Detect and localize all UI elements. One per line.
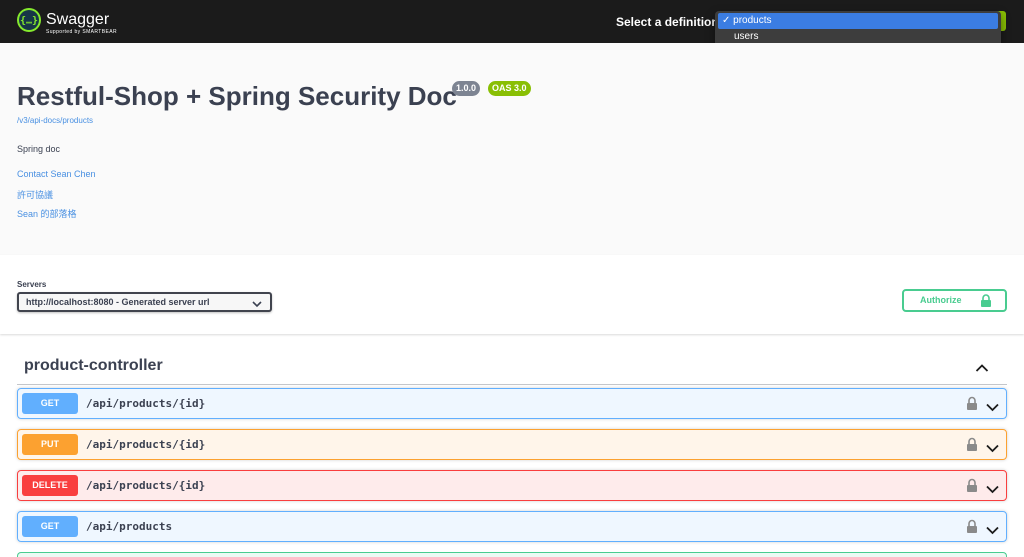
method-badge: PUT [22,434,78,455]
operation-put-product-by-id[interactable]: PUT /api/products/{id} [17,429,1007,460]
contact-link[interactable]: Contact Sean Chen [17,169,96,179]
operation-get-products[interactable]: GET /api/products [17,511,1007,542]
select-definition-label: Select a definition [616,15,719,29]
blog-link[interactable]: Sean 的部落格 [17,207,77,220]
license-link[interactable]: 許可協議 [17,188,53,201]
authorize-button[interactable]: Authorize [902,289,1007,312]
lock-icon[interactable] [966,519,978,533]
chevron-down-icon[interactable] [986,399,999,412]
brand-name[interactable]: Swagger [46,10,109,30]
servers-select[interactable]: http://localhost:8080 - Generated server… [17,292,272,312]
chevron-down-icon[interactable] [986,522,999,535]
operation-get-product-by-id[interactable]: GET /api/products/{id} [17,388,1007,419]
chevron-down-icon [252,297,262,308]
authorize-label: Authorize [920,295,962,305]
chevron-down-icon[interactable] [986,481,999,494]
chevron-up-icon[interactable] [975,360,989,372]
method-badge: DELETE [22,475,78,496]
method-badge: GET [22,393,78,414]
lock-icon [980,294,992,307]
scheme-container: Servers http://localhost:8080 - Generate… [0,255,1024,334]
lock-icon[interactable] [966,478,978,492]
tag-title-product-controller[interactable]: product-controller [24,356,163,376]
operation-path: /api/products/{id} [86,397,206,410]
swagger-logo-icon[interactable]: {…} [17,8,41,32]
servers-selected-value: http://localhost:8080 - Generated server… [26,297,210,307]
page-title: Restful-Shop + Spring Security Doc [17,81,457,111]
operation-path: /api/products/{id} [86,479,206,492]
api-description: Spring doc [17,144,61,154]
lock-icon[interactable] [966,396,978,410]
brand-subtitle: Supported by SMARTBEAR [46,29,117,35]
top-bar: {…} Swagger Supported by SMARTBEAR Selec… [0,0,1024,49]
servers-label: Servers [17,280,47,289]
oas-badge: OAS 3.0 [488,81,531,96]
svg-text:{…}: {…} [20,16,38,27]
method-badge: GET [22,516,78,537]
chevron-down-icon[interactable] [986,440,999,453]
operation-path: /api/products [86,520,173,533]
operation-post-partial[interactable] [17,552,1007,557]
info-section: Restful-Shop + Spring Security Doc 1.0.0… [0,43,1024,255]
tag-divider [17,384,1007,385]
operation-delete-product-by-id[interactable]: DELETE /api/products/{id} [17,470,1007,501]
version-badge: 1.0.0 [452,81,481,96]
operation-path: /api/products/{id} [86,438,206,451]
definition-option-products[interactable]: ✓ products [718,13,998,29]
lock-icon[interactable] [966,437,978,451]
spec-url-link[interactable]: /v3/api-docs/products [17,116,93,125]
